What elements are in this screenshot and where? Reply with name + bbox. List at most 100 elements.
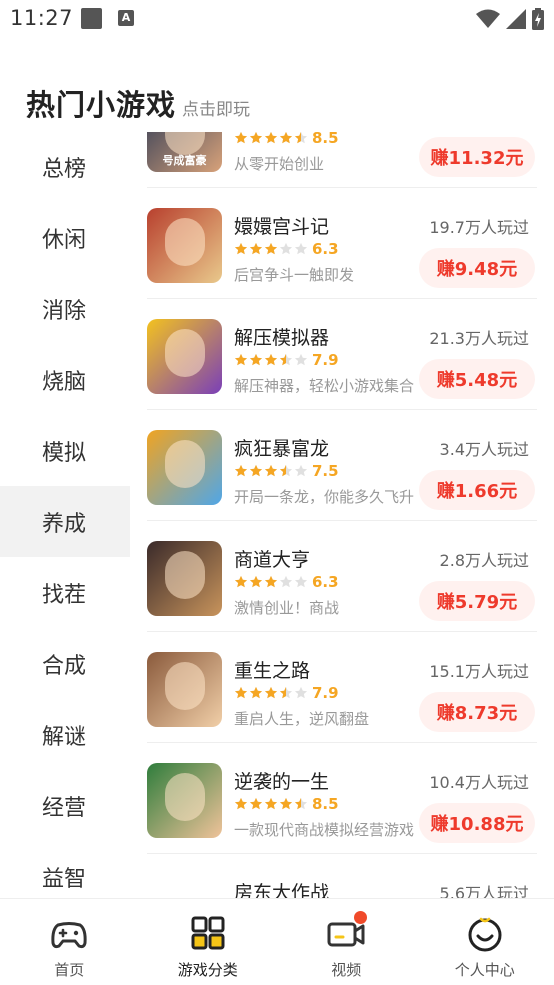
rating: 6.3 (234, 573, 339, 591)
rating: 6.3 (234, 240, 339, 258)
star-icon (294, 353, 308, 366)
star-icon (264, 686, 278, 699)
game-icon: 号成富豪 (147, 132, 222, 172)
game-icon (147, 763, 222, 838)
rating-value: 6.3 (312, 573, 339, 591)
category-label: 找茬 (42, 582, 87, 608)
star-icon (264, 797, 278, 810)
star-icon (249, 797, 263, 810)
game-row[interactable]: 号成富豪 8.5 从零开始创业 赚11.32元 (147, 132, 537, 188)
category-item[interactable]: 益智 (0, 841, 130, 898)
star-icon (249, 464, 263, 477)
star-icon (249, 242, 263, 255)
game-row[interactable]: 房东大作战 5.6万人玩过 (147, 854, 537, 898)
category-item[interactable]: 找茬 (0, 557, 130, 628)
smile-icon (468, 917, 502, 952)
earn-button[interactable]: 赚11.32元 (419, 137, 535, 177)
game-description: 从零开始创业 (234, 155, 325, 173)
category-item[interactable]: 烧脑 (0, 344, 130, 415)
category-label: 休闲 (42, 227, 87, 253)
category-label: 经营 (42, 795, 87, 821)
category-item[interactable]: 休闲 (0, 202, 130, 273)
category-item[interactable]: 经营 (0, 770, 130, 841)
nav-profile[interactable]: 个人中心 (416, 899, 554, 985)
play-count: 5.6万人玩过 (439, 884, 529, 898)
star-icon (264, 242, 278, 255)
a-notification-icon: A (118, 10, 134, 26)
play-count: 3.4万人玩过 (439, 440, 529, 459)
rating-value: 8.5 (312, 795, 339, 813)
nav-video[interactable]: 视频 (277, 899, 416, 985)
category-item[interactable]: 消除 (0, 273, 130, 344)
star-icon (264, 575, 278, 588)
earn-button[interactable]: 赚5.79元 (419, 581, 535, 621)
rating: 8.5 (234, 132, 339, 147)
rating-value: 8.5 (312, 132, 339, 147)
star-icon (279, 686, 293, 699)
category-label: 养成 (42, 511, 87, 537)
game-row[interactable]: 疯狂暴富龙 7.5 开局一条龙，你能多久飞升 3.4万人玩过赚1.66元 (147, 410, 537, 521)
category-item[interactable]: 解谜 (0, 699, 130, 770)
game-name: 商道大亨 (234, 549, 311, 571)
category-label: 益智 (42, 866, 87, 892)
rating: 7.5 (234, 462, 339, 480)
star-icon (279, 575, 293, 588)
gamepad-icon (51, 922, 87, 949)
category-label: 总榜 (42, 156, 87, 182)
category-label: 解谜 (42, 724, 87, 750)
category-rail: 总榜休闲消除 烧脑模拟养成找茬合成解谜经营益智 (0, 132, 130, 898)
bottom-nav: 首页 游戏分类 视频 个人中心 (0, 898, 554, 985)
star-icon (279, 242, 293, 255)
game-row[interactable]: 逆袭的一生 8.5 一款现代商战模拟经营游戏 10.4万人玩过赚10.88元 (147, 743, 537, 854)
nav-home[interactable]: 首页 (0, 899, 139, 985)
grid-icon (191, 916, 225, 950)
game-row[interactable]: 重生之路 7.9 重启人生，逆风翻盘 15.1万人玩过 赚8.73元 (147, 632, 537, 743)
category-label: 模拟 (42, 440, 87, 466)
earn-button[interactable]: 赚10.88元 (419, 803, 535, 843)
game-name: 疯狂暴富龙 (234, 438, 330, 460)
status-bar: 11:27 A (0, 0, 554, 40)
star-icon (264, 132, 278, 144)
game-row[interactable]: 解压模拟器 7.9 解压神器，轻松小游戏集合 21.3万人玩过 赚5.48元 (147, 299, 537, 410)
game-description: 开局一条龙，你能多久飞升 (234, 488, 415, 506)
earn-button[interactable]: 赚8.73元 (419, 692, 535, 732)
star-icon (234, 464, 248, 477)
star-icon (234, 132, 248, 144)
game-icon (147, 430, 222, 505)
nav-categories[interactable]: 游戏分类 (139, 899, 278, 985)
category-item[interactable]: 养成 (0, 486, 130, 557)
game-icon (147, 319, 222, 394)
game-name: 逆袭的一生 (234, 771, 330, 793)
video-notification-dot (354, 911, 368, 924)
play-count: 10.4万人玩过 (429, 773, 529, 792)
star-icon (279, 132, 293, 144)
earn-button[interactable]: 赚5.48元 (419, 359, 535, 399)
game-row[interactable]: 嬛嬛宫斗记 6.3 后宫争斗一触即发 19.7万人玩过 赚9.48元 (147, 188, 537, 299)
rating: 8.5 (234, 795, 339, 813)
category-item[interactable]: 总榜 (0, 132, 130, 202)
star-icon (294, 686, 308, 699)
star-icon (279, 797, 293, 810)
star-icon (279, 464, 293, 477)
notification-square-icon (81, 8, 102, 29)
rating: 7.9 (234, 351, 339, 369)
star-icon (294, 797, 308, 810)
rating-value: 6.3 (312, 240, 339, 258)
game-row[interactable]: 商道大亨 6.3 激情创业！商战 2.8万人玩过 赚5.79元 (147, 521, 537, 632)
game-description: 一款现代商战模拟经营游戏 (234, 821, 415, 839)
earn-button[interactable]: 赚1.66元 (419, 470, 535, 510)
earn-button[interactable]: 赚9.48元 (419, 248, 535, 288)
category-item[interactable]: 模拟 (0, 415, 130, 486)
category-item[interactable]: 合成 (0, 628, 130, 699)
game-name: 房东大作战 (234, 882, 330, 898)
play-count: 19.7万人玩过 (429, 218, 529, 237)
category-label: 合成 (42, 653, 87, 679)
status-time: 11:27 (10, 6, 74, 30)
game-description: 重启人生，逆风翻盘 (234, 710, 370, 728)
star-icon (249, 575, 263, 588)
star-icon (264, 464, 278, 477)
rating-value: 7.5 (312, 462, 339, 480)
nav-label-video: 视频 (331, 961, 362, 979)
star-icon (294, 575, 308, 588)
video-icon-wrap (327, 911, 368, 953)
